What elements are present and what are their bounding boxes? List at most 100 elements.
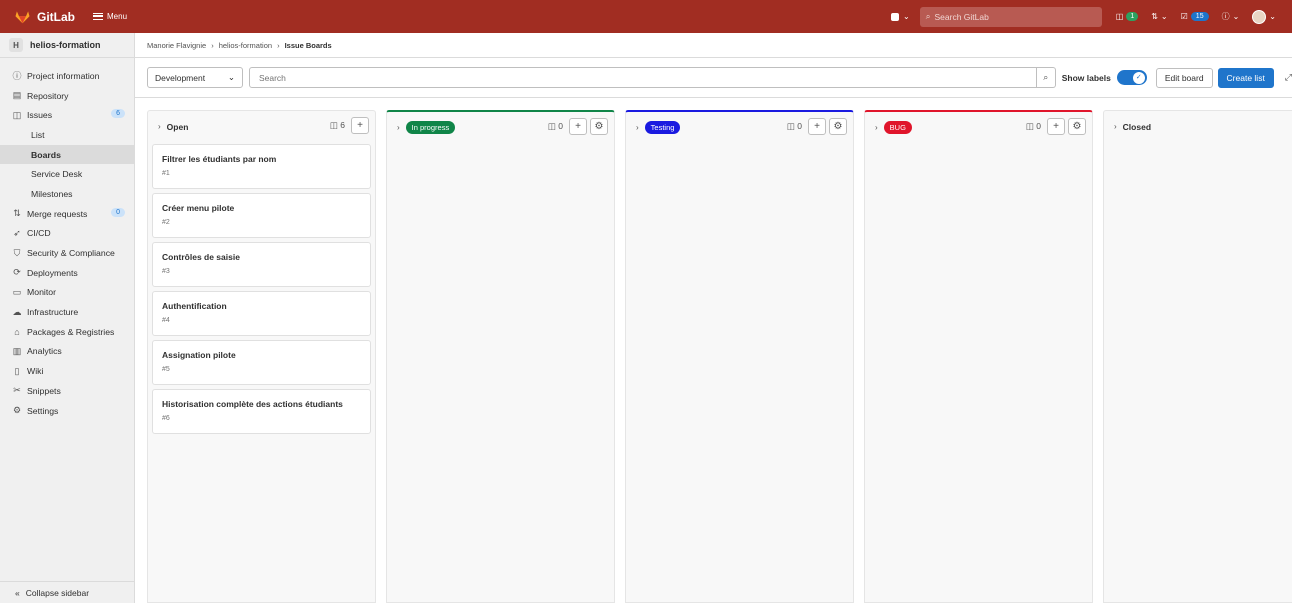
issue-title[interactable]: Historisation complète des actions étudi… — [162, 399, 370, 409]
chevron-right-icon[interactable]: › — [636, 123, 639, 132]
gear-icon: ⚙ — [594, 121, 604, 132]
info-icon: ⓘ — [12, 71, 22, 82]
gear-icon: ⚙ — [833, 121, 843, 132]
breadcrumb-current[interactable]: Issue Boards — [285, 41, 332, 50]
issue-number: #5 — [162, 366, 170, 373]
sidebar-item-merge-requests[interactable]: ⇅ Merge requests 0 — [0, 204, 134, 224]
sidebar-item-label: Settings — [27, 405, 59, 416]
sidebar-item-deployments[interactable]: ⟳ Deployments — [0, 263, 134, 283]
sidebar-item-label: List — [31, 129, 45, 140]
list-settings-button[interactable]: ⚙ — [590, 118, 608, 135]
chevron-down-icon: ⌄ — [903, 12, 910, 21]
add-issue-button[interactable]: + — [808, 118, 826, 135]
sidebar-item-packages[interactable]: ⌂ Packages & Registries — [0, 322, 134, 342]
sidebar-item-infrastructure[interactable]: ☁ Infrastructure — [0, 302, 134, 322]
menu-button[interactable]: Menu — [93, 12, 127, 21]
board-search-input[interactable]: Search — [248, 67, 1037, 88]
add-issue-button[interactable]: + — [351, 117, 369, 134]
add-issue-button[interactable]: + — [569, 118, 587, 135]
issues-icon: ◫ — [12, 109, 22, 120]
list-header[interactable]: › Closed — [1104, 111, 1292, 142]
main-content: Manorie Flavignie › helios-formation › I… — [135, 33, 1292, 603]
board-selector-dropdown[interactable]: Development ⌄ — [147, 67, 243, 88]
monitor-icon: ▭ — [12, 286, 22, 297]
sidebar-item-label: Infrastructure — [27, 307, 79, 318]
sidebar-item-snippets[interactable]: ✂ Snippets — [0, 381, 134, 401]
sidebar-item-repository[interactable]: ▤ Repository — [0, 86, 134, 106]
sidebar-item-monitor[interactable]: ▭ Monitor — [0, 283, 134, 303]
board-search-placeholder: Search — [258, 72, 286, 83]
chevron-right-icon[interactable]: › — [397, 123, 400, 132]
sidebar-item-boards[interactable]: Boards — [0, 144, 134, 165]
sidebar-item-label: Monitor — [27, 287, 56, 298]
sidebar-item-label: CI/CD — [27, 228, 51, 239]
sidebar-item-settings[interactable]: ⚙ Settings — [0, 401, 134, 421]
issue-card[interactable]: Contrôles de saisie #3 — [152, 242, 371, 287]
sidebar-item-label: Packages & Registries — [27, 326, 115, 337]
issue-card[interactable]: Filtrer les étudiants par nom #1 — [152, 144, 371, 189]
user-menu-button[interactable]: ⌄ — [1252, 9, 1276, 24]
todos-nav-button[interactable]: ☑ 15 — [1181, 12, 1209, 21]
sidebar-item-list[interactable]: List — [0, 125, 134, 145]
sidebar-item-issues[interactable]: ◫ Issues 6 — [0, 105, 134, 125]
issue-card[interactable]: Créer menu pilote #2 — [152, 193, 371, 238]
merge-requests-nav-button[interactable]: ⇅ ⌄ — [1151, 12, 1167, 21]
issues-nav-button[interactable]: ◫ 1 — [1116, 12, 1139, 21]
list-title: Open — [166, 121, 189, 132]
sidebar-item-project-information[interactable]: ⓘ Project information — [0, 66, 134, 86]
new-dropdown-button[interactable]: ⌄ — [891, 12, 910, 21]
issues-count-badge: 1 — [1126, 12, 1139, 21]
show-labels-toggle[interactable] — [1116, 70, 1147, 85]
list-settings-button[interactable]: ⚙ — [829, 118, 847, 135]
chevron-right-icon[interactable]: › — [1114, 122, 1117, 131]
issue-card[interactable]: Assignation pilote #5 — [152, 340, 371, 385]
issue-title[interactable]: Contrôles de saisie — [162, 252, 370, 262]
help-icon: ⓘ — [1221, 12, 1230, 21]
sidebar-item-label: Project information — [27, 70, 100, 81]
expand-icon[interactable]: ⤢ — [1285, 72, 1292, 83]
sidebar-item-cicd[interactable]: ➶ CI/CD — [0, 224, 134, 244]
chevron-down-icon: ⌄ — [1232, 12, 1240, 21]
edit-board-button[interactable]: Edit board — [1155, 67, 1213, 88]
create-list-button[interactable]: Create list — [1217, 67, 1274, 88]
issue-title[interactable]: Créer menu pilote — [162, 203, 370, 213]
sidebar-item-security[interactable]: ⛉ Security & Compliance — [0, 243, 134, 263]
sidebar-item-label: Milestones — [31, 188, 73, 199]
todo-icon: ☑ — [1180, 12, 1188, 21]
list-title: Closed — [1122, 121, 1152, 132]
chevron-right-icon[interactable]: › — [875, 123, 878, 132]
double-chevron-left-icon: « — [15, 587, 20, 598]
issue-title[interactable]: Assignation pilote — [162, 350, 370, 360]
add-issue-button[interactable]: + — [1047, 118, 1065, 135]
sidebar-item-service-desk[interactable]: Service Desk — [0, 164, 134, 184]
help-button[interactable]: ⓘ ⌄ — [1222, 11, 1240, 22]
edit-board-label: Edit board — [1164, 72, 1204, 83]
breadcrumb-item[interactable]: helios-formation — [219, 41, 272, 50]
sidebar-item-label: Snippets — [27, 385, 61, 396]
issue-card[interactable]: Authentification #4 — [152, 291, 371, 336]
shield-icon: ⛉ — [13, 247, 21, 258]
sidebar-item-milestones[interactable]: Milestones — [0, 184, 134, 204]
search-icon: ⌕ — [1043, 72, 1049, 82]
book-icon: ▯ — [14, 365, 20, 376]
issue-title[interactable]: Filtrer les étudiants par nom — [162, 154, 370, 164]
menu-label: Menu — [107, 12, 128, 21]
plus-icon: + — [357, 120, 363, 131]
issue-card[interactable]: Historisation complète des actions étudi… — [152, 389, 371, 434]
list-label-pill: Testing — [644, 121, 681, 134]
search-button[interactable]: ⌕ — [1036, 67, 1056, 88]
breadcrumb-item[interactable]: Manorie Flavignie — [147, 41, 206, 50]
plus-icon: + — [814, 121, 820, 132]
sidebar-project[interactable]: H helios-formation — [0, 33, 134, 58]
issue-count: ◫ 0 — [548, 121, 563, 132]
sidebar-item-analytics[interactable]: ▥ Analytics — [0, 342, 134, 362]
board-list-bug: › BUG ◫ 0 + ⚙ — [864, 110, 1093, 603]
collapse-sidebar-button[interactable]: « Collapse sidebar — [0, 581, 135, 603]
list-settings-button[interactable]: ⚙ — [1068, 118, 1086, 135]
issues-count-badge: 6 — [111, 109, 125, 119]
global-search-input[interactable]: ⌕ Search GitLab — [919, 6, 1102, 27]
issue-title[interactable]: Authentification — [162, 301, 370, 311]
chevron-right-icon[interactable]: › — [158, 122, 161, 131]
sidebar-item-wiki[interactable]: ▯ Wiki — [0, 361, 134, 381]
gitlab-logo[interactable]: GitLab — [14, 10, 75, 24]
